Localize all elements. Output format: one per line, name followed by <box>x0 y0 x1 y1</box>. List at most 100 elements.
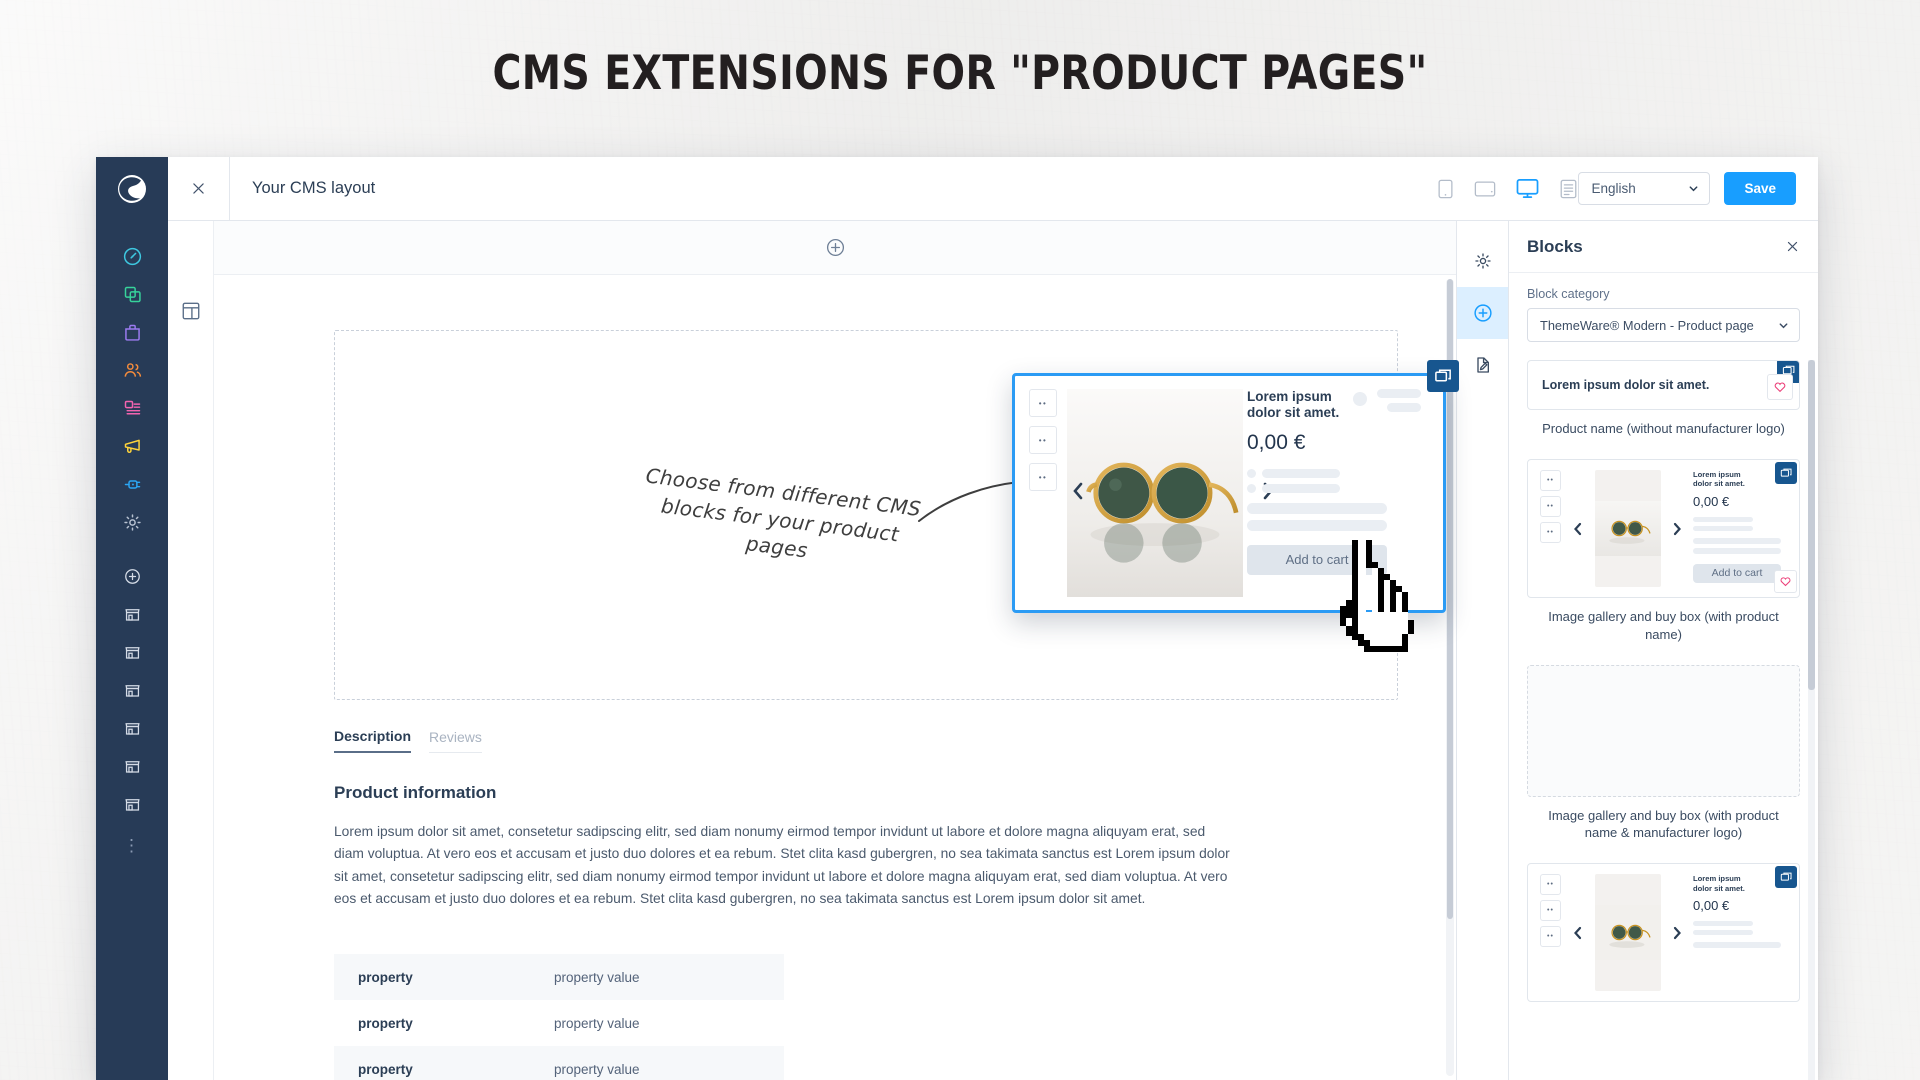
cms-canvas: Choose from different CMS blocks for you… <box>214 221 1456 1080</box>
blocks-panel-scrollbar[interactable] <box>1808 360 1815 1080</box>
block-caption: Image gallery and buy box (with product … <box>1548 807 1779 841</box>
gallery-thumb[interactable]: •• <box>1540 522 1561 544</box>
skeleton-line <box>1693 516 1753 522</box>
gallery-prev-button[interactable] <box>1569 874 1587 991</box>
sidebar-item-sales-channel[interactable] <box>96 671 168 709</box>
hero-product-name: Lorem ipsum dolor sit amet. <box>1247 389 1340 421</box>
canvas-scrollbar[interactable] <box>1446 279 1454 1076</box>
add-block-tool-button[interactable] <box>1456 287 1509 339</box>
gallery-next-button[interactable] <box>1669 470 1685 587</box>
save-button[interactable]: Save <box>1724 172 1796 205</box>
section-layout-icon <box>182 302 199 320</box>
sidebar-more-button[interactable]: ⋮ <box>96 823 168 861</box>
device-tablet-button[interactable] <box>1474 180 1496 198</box>
property-value: property value <box>554 969 640 985</box>
table-row: property property value <box>334 954 784 1001</box>
gallery-thumb[interactable]: •• <box>1540 874 1561 896</box>
sidebar-item-add-sales-channel[interactable] <box>96 557 168 595</box>
product-information-text: Lorem ipsum dolor sit amet, consetetur s… <box>334 824 1230 907</box>
block-card-gallery-buybox[interactable]: •• •• •• Lorem ipsum dolor sit amet. 0,0… <box>1527 459 1800 599</box>
sidebar-item-content[interactable] <box>96 389 168 427</box>
sidebar-item-orders[interactable] <box>96 313 168 351</box>
hero-gallery-thumbnails: •• •• •• <box>1029 389 1057 597</box>
device-desktop-button[interactable] <box>1516 178 1539 199</box>
blocks-panel-title: Blocks <box>1527 236 1583 256</box>
sidebar-item-sales-channel[interactable] <box>96 785 168 823</box>
hero-gallery-prev-button[interactable] <box>1071 482 1085 504</box>
block-card-product-name[interactable]: Lorem ipsum dolor sit amet. <box>1527 360 1800 410</box>
skeleton-line <box>1387 403 1421 412</box>
admin-sidebar: ⋮ <box>96 157 168 1080</box>
gallery-thumb[interactable]: •• <box>1540 496 1561 518</box>
sidebar-item-marketing[interactable] <box>96 427 168 465</box>
gallery-thumb[interactable]: •• <box>1540 926 1561 948</box>
buybox-product-name: Lorem ipsum dolor sit amet. <box>1693 470 1745 489</box>
edit-page-tool-button[interactable] <box>1457 339 1509 391</box>
sidebar-sales-channels: ⋮ <box>96 557 168 861</box>
gallery-prev-button[interactable] <box>1569 470 1587 587</box>
wishlist-heart-icon[interactable] <box>1767 374 1793 400</box>
more-vertical-icon: ⋮ <box>123 835 141 855</box>
sales-channel-store-icon <box>124 798 140 811</box>
block-badge-icon <box>1775 462 1797 485</box>
editor-topbar: Your CMS layout English Save <box>168 157 1818 221</box>
sidebar-item-sales-channel[interactable] <box>96 595 168 633</box>
tab-reviews[interactable]: Reviews <box>429 729 482 753</box>
device-mobile-button[interactable] <box>1437 179 1454 199</box>
sidebar-item-sales-channel[interactable] <box>96 709 168 747</box>
sidebar-item-catalogues[interactable] <box>96 275 168 313</box>
device-list-button[interactable] <box>1559 179 1578 199</box>
marketing-megaphone-icon <box>124 439 140 453</box>
language-value: English <box>1591 181 1636 196</box>
page-title: Your CMS layout <box>252 179 376 197</box>
block-card-placeholder[interactable] <box>1527 664 1800 797</box>
sidebar-item-sales-channel[interactable] <box>96 747 168 785</box>
settings-tool-button[interactable] <box>1457 235 1509 287</box>
gallery-thumb[interactable]: •• <box>1540 470 1561 492</box>
sidebar-item-sales-channel[interactable] <box>96 633 168 671</box>
shopware-logo <box>96 157 168 221</box>
blocks-panel: Blocks Block category ThemeWare® Modern … <box>1508 221 1818 1080</box>
gallery-thumb[interactable]: •• <box>1029 389 1057 417</box>
blocks-panel-close-button[interactable] <box>1785 239 1800 254</box>
page-headline: CMS EXTENSIONS FOR "PRODUCT PAGES" <box>492 46 1428 101</box>
blocks-list: Lorem ipsum dolor sit amet. Product name… <box>1509 352 1818 1080</box>
editor-tool-strip <box>1456 221 1509 1080</box>
block-category-label: Block category <box>1527 287 1610 301</box>
block-caption: Product name (without manufacturer logo) <box>1542 421 1785 436</box>
list-item: Lorem ipsum dolor sit amet. Product name… <box>1527 360 1800 455</box>
property-key: property <box>358 1015 413 1031</box>
gallery-thumb[interactable]: •• <box>1029 463 1057 491</box>
property-key: property <box>358 1061 413 1077</box>
scrollbar-thumb[interactable] <box>1808 360 1815 690</box>
sidebar-item-customers[interactable] <box>96 351 168 389</box>
add-to-cart-button[interactable]: Add to cart <box>1693 563 1781 583</box>
close-editor-button[interactable] <box>168 157 230 221</box>
sidebar-item-extensions[interactable] <box>96 465 168 503</box>
property-table: property property value property propert… <box>334 954 784 1080</box>
sales-channel-store-icon <box>124 760 140 773</box>
skeleton-dot <box>1247 468 1256 478</box>
skeleton-line <box>1377 389 1421 398</box>
sales-channel-store-icon <box>124 608 140 621</box>
table-row: property property value <box>334 1046 784 1080</box>
skeleton-line <box>1693 920 1753 926</box>
gallery-thumb[interactable]: •• <box>1540 900 1561 922</box>
gallery-thumb[interactable]: •• <box>1029 426 1057 454</box>
section-rail <box>168 221 214 1080</box>
language-select[interactable]: English <box>1578 172 1711 205</box>
chevron-left-icon <box>1073 482 1083 500</box>
wishlist-heart-icon[interactable] <box>1774 570 1797 594</box>
tab-description[interactable]: Description <box>334 728 412 753</box>
product-information-heading: Product information <box>334 783 497 802</box>
gallery-next-button[interactable] <box>1669 874 1685 991</box>
sidebar-item-settings[interactable] <box>96 503 168 541</box>
property-value: property value <box>554 1015 640 1031</box>
sidebar-item-dashboard[interactable] <box>96 237 168 275</box>
mouse-cursor-hand-icon <box>1330 534 1442 663</box>
section-layout-button[interactable] <box>181 301 201 326</box>
block-category-select[interactable]: ThemeWare® Modern - Product page <box>1527 308 1800 342</box>
add-section-button[interactable] <box>825 237 846 258</box>
block-card-gallery-buybox[interactable]: •• •• •• Lorem ipsum dolor sit amet. 0,0… <box>1527 863 1800 1003</box>
blocks-panel-header: Blocks <box>1509 221 1818 273</box>
